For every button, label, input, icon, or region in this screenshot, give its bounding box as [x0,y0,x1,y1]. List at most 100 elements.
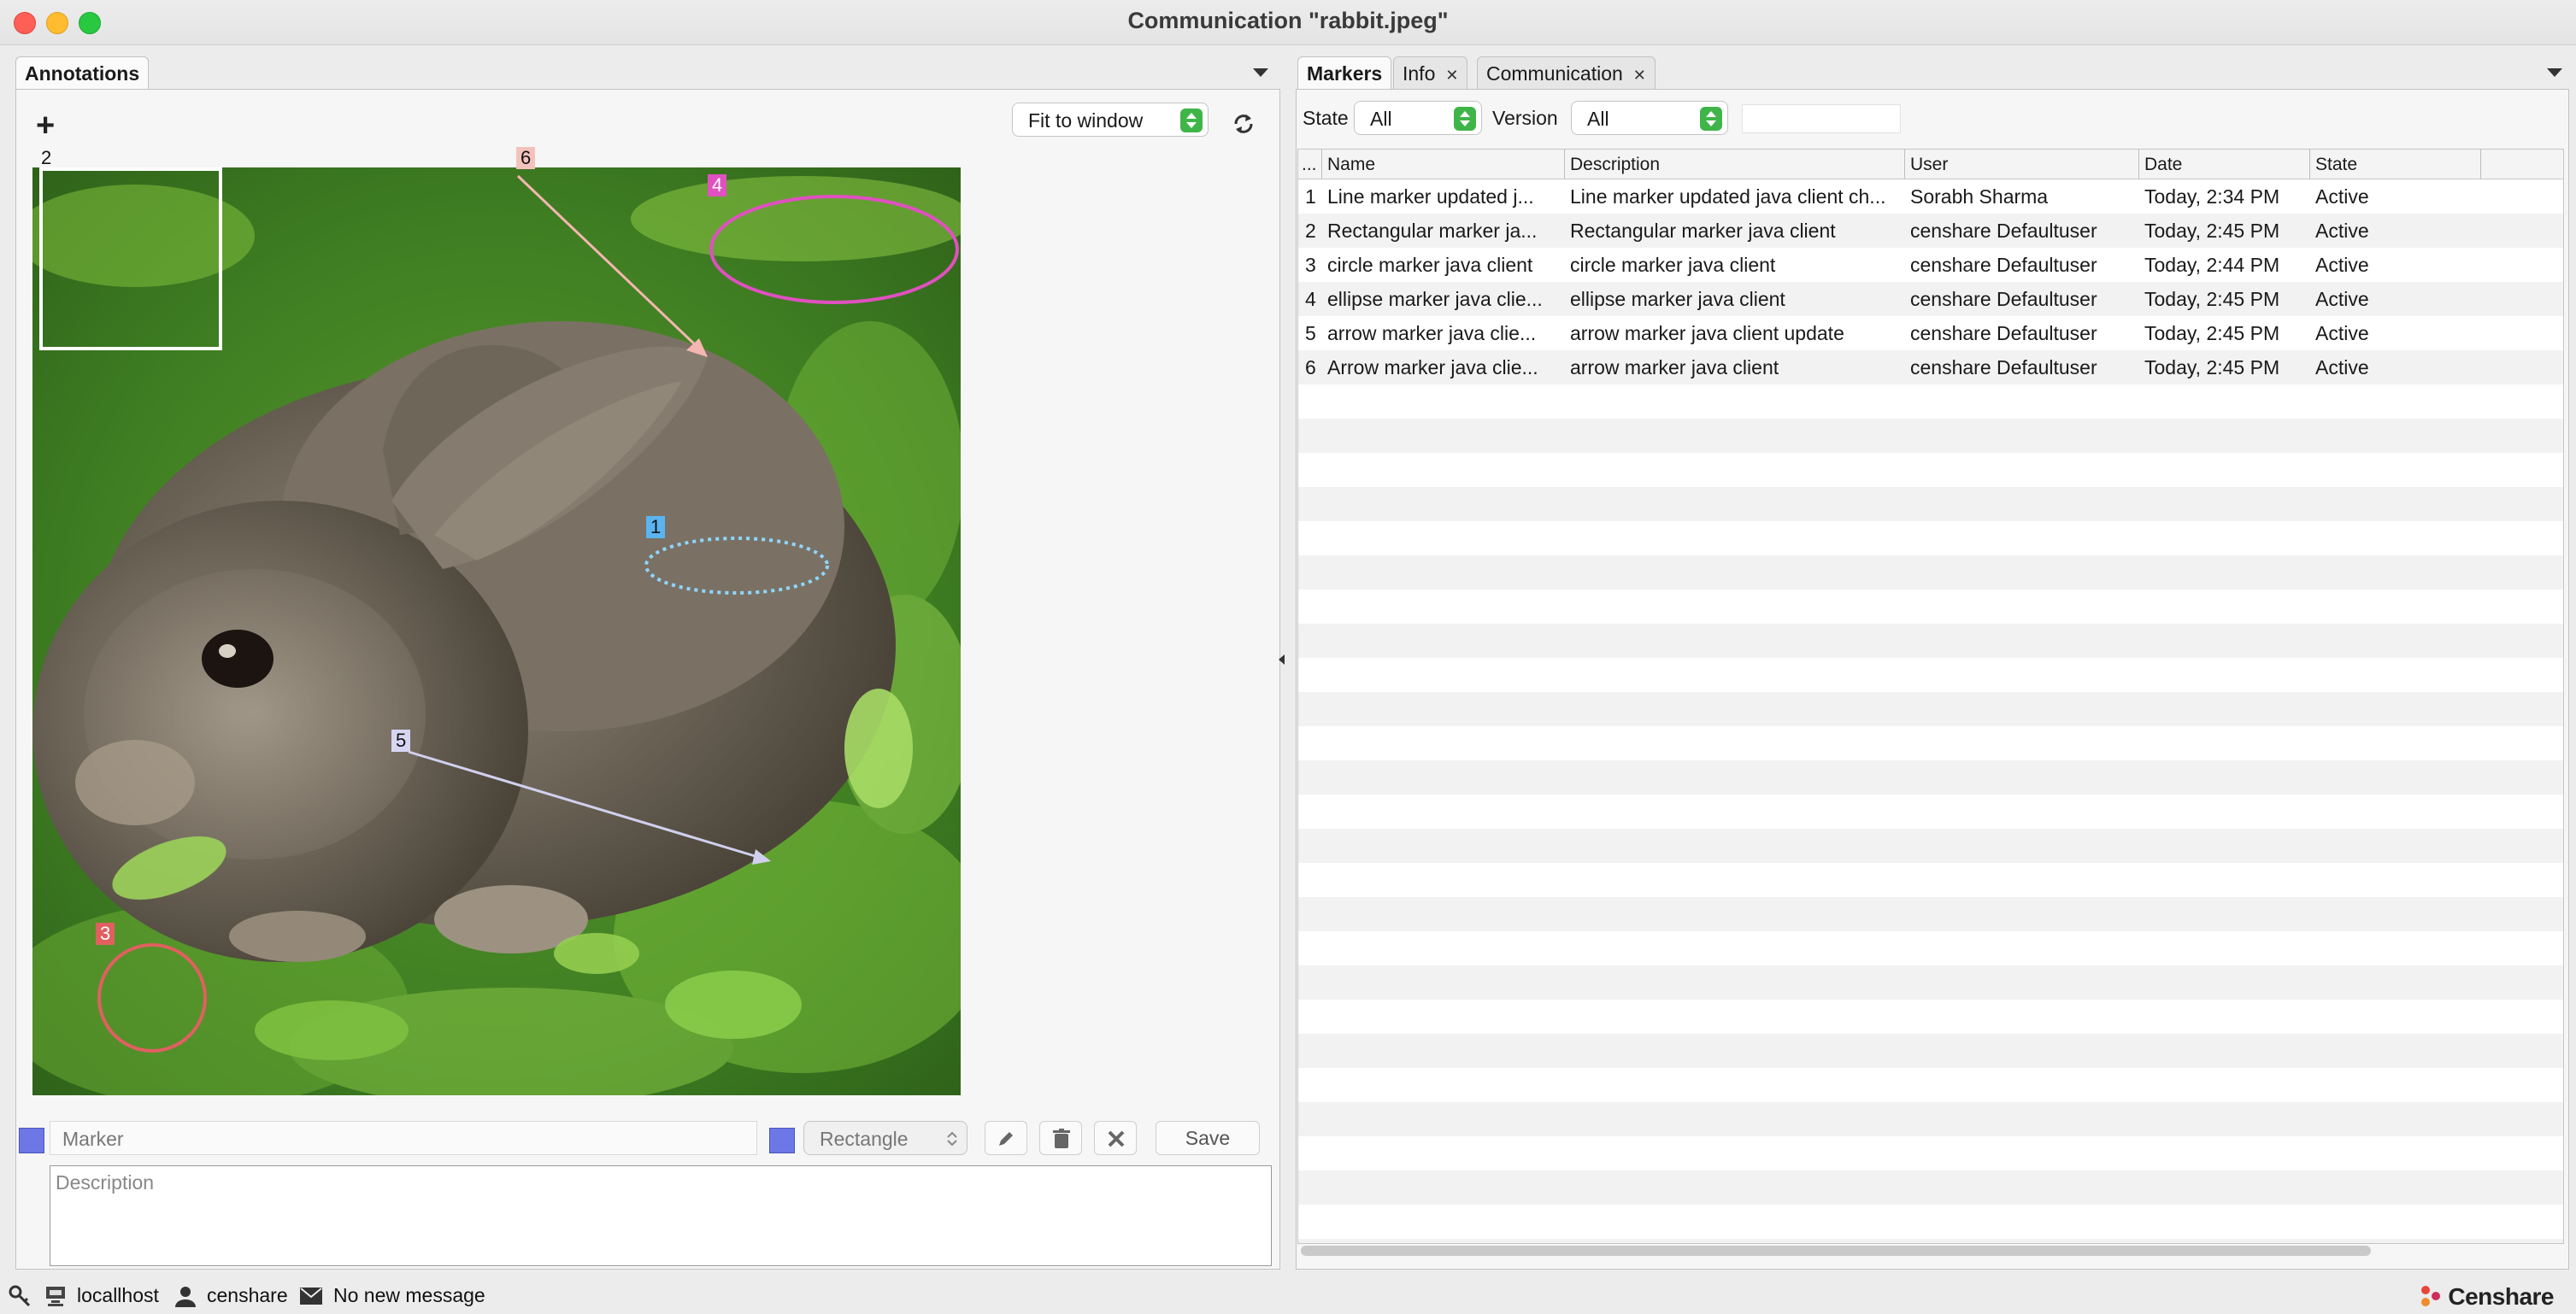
col-header-date[interactable]: Date [2139,150,2310,179]
tab-communication-label: Communication [1486,62,1623,85]
fit-select[interactable]: Fit to window [1012,103,1209,137]
delete-button[interactable] [1039,1121,1082,1155]
mail-icon [300,1288,322,1305]
tab-communication-close-icon[interactable]: ✕ [1633,67,1646,84]
status-messages[interactable]: No new message [333,1276,485,1314]
table-row[interactable]: 5 arrow marker java clie... arrow marker j… [1298,316,2563,350]
right-panel-menu-icon[interactable] [2547,68,2562,77]
marker-label-2-top: 2 [41,147,52,168]
row-description: circle marker java client [1570,254,1776,276]
row-description: Line marker updated java client ch... [1570,185,1886,208]
status-bar: locallhost censhare No new message Censh… [0,1276,2576,1314]
panel-menu-icon[interactable] [1253,68,1268,77]
row-index: 2 [1305,220,1316,242]
version-select-value: All [1587,108,1609,130]
row-date: Today, 2:45 PM [2144,288,2280,310]
brand-name: Censhare [2448,1283,2554,1310]
row-description: arrow marker java client update [1570,322,1844,344]
row-user: censhare Defaultuser [1910,356,2097,378]
tab-annotations[interactable]: Annotations [15,56,150,90]
version-select[interactable]: All [1571,101,1728,135]
server-icon [46,1287,65,1306]
stepper-icon [1180,109,1203,132]
tab-info-close-icon[interactable]: ✕ [1445,67,1458,84]
table-row[interactable]: 2 Rectangular marker ja... Rectangular mar… [1298,214,2563,248]
shape-select[interactable]: Rectangle [803,1121,967,1155]
status-user: censhare [207,1284,288,1306]
marker-tag-5[interactable]: 5 [391,730,411,752]
shape-color-swatch[interactable] [769,1128,795,1153]
trash-icon [1053,1129,1070,1148]
tab-info[interactable]: Info ✕ [1393,56,1468,90]
row-name: Rectangular marker ja... [1327,220,1538,242]
edit-button[interactable] [985,1121,1027,1155]
tab-info-label: Info [1403,62,1436,85]
pencil-icon [999,1132,1013,1146]
rabbit-photo [32,167,961,1095]
row-state: Active [2315,322,2369,344]
row-date: Today, 2:45 PM [2144,356,2280,378]
row-state: Active [2315,220,2369,242]
cancel-button[interactable] [1094,1121,1137,1155]
row-user: Sorabh Sharma [1910,185,2049,208]
window-title: Communication "rabbit.jpeg" [1127,8,1449,33]
description-placeholder: Description [56,1171,155,1194]
title-bar: Communication "rabbit.jpeg" [0,0,2576,45]
row-name: Line marker updated j... [1327,185,1534,208]
table-row[interactable]: 6 Arrow marker java clie... arrow marker j… [1298,350,2563,384]
row-name: circle marker java client [1327,254,1533,276]
marker-tag-3[interactable]: 3 [96,923,115,945]
row-state: Active [2315,288,2369,310]
filter-search-input[interactable] [1742,104,1901,133]
shape-select-value: Rectangle [820,1128,909,1150]
row-name: ellipse marker java clie... [1327,288,1543,310]
add-marker-icon[interactable]: + [36,109,55,142]
row-user: censhare Defaultuser [1910,288,2097,310]
marker-tag-1[interactable]: 1 [646,516,666,538]
horizontal-scrollbar[interactable] [1301,1246,2371,1256]
table-row[interactable]: 1 Line marker updated j... Line marker upd… [1298,179,2563,214]
state-label: State [1303,107,1349,129]
row-date: Today, 2:45 PM [2144,220,2280,242]
row-user: censhare Defaultuser [1910,254,2097,276]
version-label: Version [1492,107,1558,129]
censhare-logo-icon [2421,1286,2441,1306]
refresh-icon[interactable] [1231,111,1256,137]
marker-name-placeholder: Marker [62,1128,124,1150]
tab-annotations-label: Annotations [25,62,140,85]
row-name: Arrow marker java clie... [1327,356,1538,378]
marker-name-input[interactable]: Marker [50,1121,757,1155]
user-icon [175,1287,196,1307]
row-description: Rectangular marker java client [1570,220,1836,242]
close-icon [1108,1130,1125,1147]
state-select-value: All [1370,108,1392,130]
image-canvas[interactable] [32,167,961,1095]
row-state: Active [2315,185,2369,208]
row-index: 3 [1305,254,1316,276]
status-server: locallhost [77,1284,159,1306]
tab-communication[interactable]: Communication ✕ [1477,56,1656,90]
splitter-collapse-icon[interactable] [1279,654,1285,665]
col-header-index[interactable]: ... [1298,150,1322,179]
tab-markers-label: Markers [1307,62,1383,85]
save-button[interactable]: Save [1156,1121,1260,1155]
marker-tag-4[interactable]: 4 [708,174,727,197]
description-input[interactable]: Description [50,1165,1272,1266]
key-icon [9,1285,31,1307]
col-header-user[interactable]: User [1905,150,2139,179]
marker-tag-6[interactable]: 6 [516,147,536,169]
table-row[interactable]: 4 ellipse marker java clie... ellipse mark… [1298,282,2563,316]
row-index: 5 [1305,322,1316,344]
fit-select-value: Fit to window [1028,109,1144,132]
row-date: Today, 2:44 PM [2144,254,2280,276]
table-row[interactable]: 3 circle marker java client circle marker … [1298,248,2563,282]
row-date: Today, 2:45 PM [2144,322,2280,344]
state-select[interactable]: All [1354,101,1482,135]
row-index: 1 [1305,185,1316,208]
marker-color-swatch[interactable] [19,1128,44,1153]
row-description: arrow marker java client [1570,356,1779,378]
col-header-state[interactable]: State [2310,150,2481,179]
tab-markers[interactable]: Markers [1297,56,1392,90]
col-header-name[interactable]: Name [1322,150,1565,179]
col-header-description[interactable]: Description [1565,150,1905,179]
